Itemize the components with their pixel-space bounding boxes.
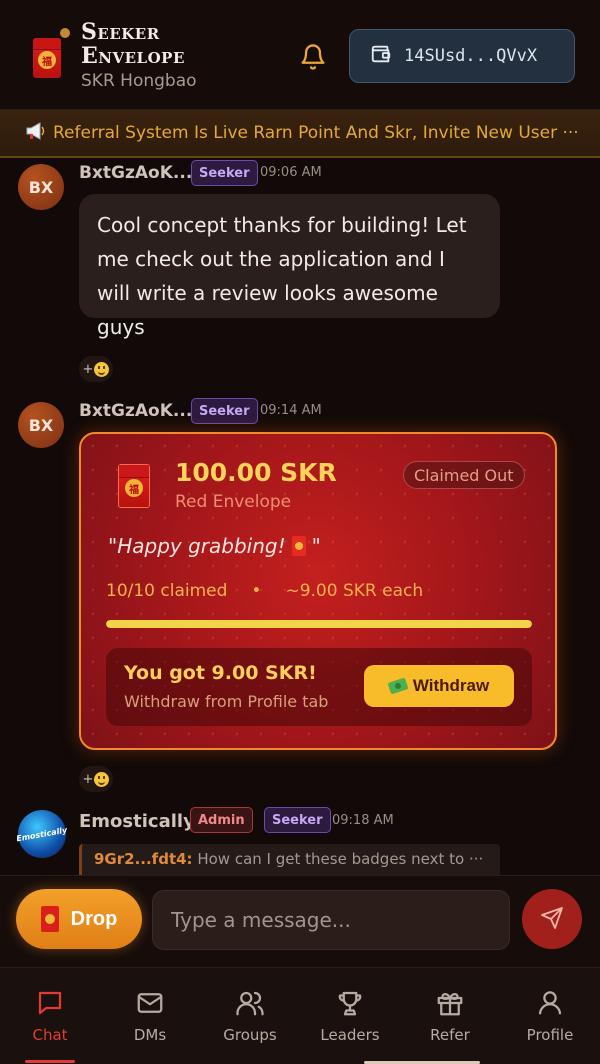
claimed-count: 10/10 claimed (106, 581, 228, 601)
add-reaction-button[interactable]: + (79, 356, 113, 382)
tab-label: Profile (526, 1026, 574, 1044)
claim-progress-bar (106, 620, 532, 628)
app-title: Seeker Envelope (81, 19, 185, 69)
claim-result-box: You got 9.00 SKR! Withdraw from Profile … (106, 648, 532, 726)
tab-label: Chat (32, 1026, 68, 1044)
envelope-stats: 10/10 claimed • ~9.00 SKR each (106, 581, 423, 601)
money-icon (387, 677, 409, 695)
seeker-badge: Seeker (191, 160, 258, 186)
username[interactable]: BxtGzAoK... (79, 163, 192, 183)
tab-label: Refer (430, 1026, 470, 1044)
chat-feed[interactable]: BX BxtGzAoK... Seeker 09:06 AM Cool conc… (0, 160, 600, 875)
tab-label: Groups (223, 1026, 277, 1044)
username[interactable]: Emostically (79, 811, 195, 832)
tab-dms[interactable]: DMs (100, 968, 200, 1064)
avatar[interactable]: BX (18, 402, 64, 448)
envelope-amount: 100.00 SKR (175, 458, 337, 487)
status-badge: Claimed Out (403, 461, 525, 489)
avatar[interactable]: Emostically (16, 810, 68, 858)
tab-profile[interactable]: Profile (500, 968, 600, 1064)
avatar[interactable]: BX (18, 164, 64, 210)
tab-refer[interactable]: Refer (400, 968, 500, 1064)
users-icon (236, 991, 264, 1016)
tab-chat[interactable]: Chat (0, 968, 100, 1064)
drop-envelope-button[interactable]: Drop (16, 889, 142, 949)
send-icon (540, 906, 564, 933)
gift-icon (437, 992, 463, 1016)
seeker-badge: Seeker (264, 807, 331, 833)
red-envelope-icon (40, 906, 59, 932)
red-envelope-icon: 福 (118, 464, 150, 508)
message-composer: Drop (0, 875, 600, 967)
wallet-icon (370, 43, 392, 69)
claim-result-title: You got 9.00 SKR! (124, 662, 317, 684)
user-icon (538, 991, 562, 1015)
reply-preview[interactable]: 9Gr2...fdt4: How can I get these badges … (79, 844, 500, 875)
username[interactable]: BxtGzAoK... (79, 401, 192, 421)
announcement-banner[interactable]: Referral System Is Live Rarn Point And S… (0, 110, 600, 158)
message-time: 09:14 AM (260, 403, 322, 418)
app-header: 福 Seeker Envelope SKR Hongbao 14SUsd...Q… (0, 0, 600, 110)
wallet-button[interactable]: 14SUsd...QVvX (349, 29, 575, 83)
reply-text: How can I get these badges next to ··· (197, 850, 484, 868)
tab-leaders[interactable]: Leaders (300, 968, 400, 1064)
trophy-icon (338, 991, 362, 1016)
logo-dot (60, 28, 70, 38)
message-input[interactable] (152, 890, 510, 950)
send-button[interactable] (522, 889, 582, 949)
message-time: 09:18 AM (332, 813, 394, 828)
megaphone-icon (25, 121, 47, 145)
claim-progress-fill (106, 620, 532, 628)
app-subtitle: SKR Hongbao (81, 71, 197, 91)
withdraw-button[interactable]: Withdraw (364, 665, 514, 707)
red-envelope-card[interactable]: 福 100.00 SKR Red Envelope Claimed Out "H… (79, 432, 557, 750)
seeker-badge: Seeker (191, 398, 258, 424)
red-envelope-emoji-icon (291, 536, 306, 556)
red-envelope-icon: 福 (33, 38, 61, 78)
smile-icon (94, 361, 110, 377)
claim-result-subtitle: Withdraw from Profile tab (124, 692, 329, 711)
tab-groups[interactable]: Groups (200, 968, 300, 1064)
chat-bubble-icon (38, 991, 62, 1015)
announcement-text: Referral System Is Live Rarn Point And S… (53, 123, 579, 143)
wallet-address: 14SUsd...QVvX (404, 46, 538, 66)
message-bubble: Cool concept thanks for building! Let me… (79, 194, 500, 339)
mail-icon (137, 993, 163, 1013)
separator: • (251, 581, 262, 601)
message-time: 09:06 AM (260, 165, 322, 180)
add-reaction-button[interactable]: + (79, 766, 113, 792)
per-claim-amount: ~9.00 SKR each (285, 581, 424, 601)
smile-icon (94, 771, 110, 787)
reply-author: 9Gr2...fdt4: (94, 850, 193, 868)
tab-label: Leaders (320, 1026, 380, 1044)
envelope-type: Red Envelope (175, 492, 292, 512)
admin-badge: Admin (190, 807, 253, 833)
bell-icon[interactable] (299, 42, 327, 72)
tab-label: DMs (133, 1026, 167, 1044)
envelope-message: "Happy grabbing! " (108, 534, 321, 558)
bottom-tab-bar: Chat DMs Groups Leaders Refer Profile (0, 967, 600, 1064)
